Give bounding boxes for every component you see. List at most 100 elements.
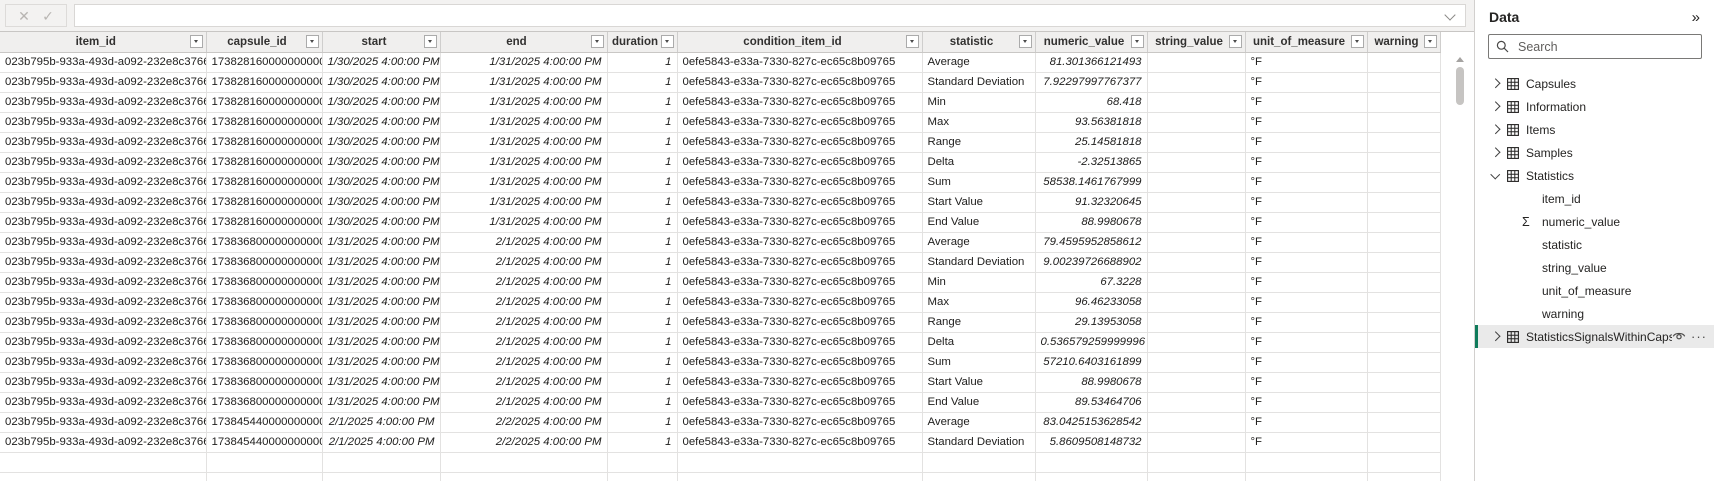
- tree-item-statistics[interactable]: Statistics: [1475, 164, 1714, 187]
- table-cell[interactable]: [1367, 352, 1440, 372]
- table-cell[interactable]: 1738281600000000000: [206, 52, 322, 72]
- table-cell[interactable]: °F: [1245, 332, 1367, 352]
- search-box[interactable]: [1488, 34, 1702, 59]
- table-cell[interactable]: 1/31/2025 4:00:00 PM: [440, 92, 607, 112]
- table-cell[interactable]: [1147, 432, 1245, 452]
- table-cell[interactable]: 1: [607, 372, 677, 392]
- table-cell[interactable]: 1738368000000000000: [206, 392, 322, 412]
- table-cell[interactable]: [1367, 192, 1440, 212]
- table-cell[interactable]: 0efe5843-e33a-7330-827c-ec65c8b09765: [677, 272, 922, 292]
- table-cell[interactable]: Average: [922, 232, 1035, 252]
- table-cell[interactable]: 023b795b-933a-493d-a092-232e8c3766d2: [0, 412, 206, 432]
- table-cell[interactable]: 1738281600000000000: [206, 112, 322, 132]
- table-cell[interactable]: 1/30/2025 4:00:00 PM: [322, 92, 440, 112]
- table-cell[interactable]: 96.46233058: [1035, 292, 1147, 312]
- table-cell[interactable]: Delta: [922, 332, 1035, 352]
- column-header-duration[interactable]: duration: [607, 32, 677, 52]
- table-cell[interactable]: °F: [1245, 172, 1367, 192]
- column-header-condition_item_id[interactable]: condition_item_id: [677, 32, 922, 52]
- table-cell[interactable]: 0efe5843-e33a-7330-827c-ec65c8b09765: [677, 132, 922, 152]
- table-cell[interactable]: 5.8609508148732: [1035, 432, 1147, 452]
- table-cell[interactable]: 0efe5843-e33a-7330-827c-ec65c8b09765: [677, 172, 922, 192]
- table-cell[interactable]: 0efe5843-e33a-7330-827c-ec65c8b09765: [677, 112, 922, 132]
- table-cell[interactable]: 57210.6403161899: [1035, 352, 1147, 372]
- table-cell[interactable]: [1367, 132, 1440, 152]
- field-item-numeric-value[interactable]: Σnumeric_value: [1475, 210, 1714, 233]
- table-cell[interactable]: [607, 472, 677, 481]
- table-cell[interactable]: 0efe5843-e33a-7330-827c-ec65c8b09765: [677, 432, 922, 452]
- table-cell[interactable]: 023b795b-933a-493d-a092-232e8c3766d2: [0, 232, 206, 252]
- table-cell[interactable]: 1738368000000000000: [206, 232, 322, 252]
- table-cell[interactable]: Max: [922, 112, 1035, 132]
- table-cell[interactable]: [1367, 52, 1440, 72]
- table-cell[interactable]: [322, 452, 440, 472]
- filter-dropdown-button[interactable]: [424, 35, 437, 48]
- table-cell[interactable]: 1/31/2025 4:00:00 PM: [322, 252, 440, 272]
- table-cell[interactable]: 2/1/2025 4:00:00 PM: [440, 232, 607, 252]
- table-cell[interactable]: [677, 472, 922, 481]
- table-cell[interactable]: °F: [1245, 252, 1367, 272]
- field-item-warning[interactable]: warning: [1475, 302, 1714, 325]
- table-cell[interactable]: 023b795b-933a-493d-a092-232e8c3766d2: [0, 312, 206, 332]
- table-cell[interactable]: 0efe5843-e33a-7330-827c-ec65c8b09765: [677, 192, 922, 212]
- table-cell[interactable]: [0, 452, 206, 472]
- filter-dropdown-button[interactable]: [190, 35, 203, 48]
- table-cell[interactable]: [1367, 452, 1440, 472]
- table-cell[interactable]: 0efe5843-e33a-7330-827c-ec65c8b09765: [677, 212, 922, 232]
- table-cell[interactable]: 023b795b-933a-493d-a092-232e8c3766d2: [0, 432, 206, 452]
- table-cell[interactable]: °F: [1245, 152, 1367, 172]
- table-cell[interactable]: [1367, 272, 1440, 292]
- table-cell[interactable]: 1/30/2025 4:00:00 PM: [322, 212, 440, 232]
- table-cell[interactable]: End Value: [922, 392, 1035, 412]
- table-cell[interactable]: 2/1/2025 4:00:00 PM: [440, 292, 607, 312]
- table-cell[interactable]: [1147, 72, 1245, 92]
- table-cell[interactable]: 0efe5843-e33a-7330-827c-ec65c8b09765: [677, 352, 922, 372]
- table-cell[interactable]: 2/1/2025 4:00:00 PM: [440, 312, 607, 332]
- table-cell[interactable]: [1147, 152, 1245, 172]
- table-cell[interactable]: [1367, 392, 1440, 412]
- table-cell[interactable]: 83.0425153628542: [1035, 412, 1147, 432]
- scrollbar-thumb[interactable]: [1456, 67, 1464, 105]
- table-cell[interactable]: [1147, 52, 1245, 72]
- chevron-down-icon[interactable]: [1444, 9, 1455, 20]
- table-cell[interactable]: 1738281600000000000: [206, 172, 322, 192]
- table-cell[interactable]: °F: [1245, 372, 1367, 392]
- table-cell[interactable]: [1147, 292, 1245, 312]
- table-cell[interactable]: [1147, 472, 1245, 481]
- table-cell[interactable]: 1738281600000000000: [206, 152, 322, 172]
- table-cell[interactable]: 023b795b-933a-493d-a092-232e8c3766d2: [0, 112, 206, 132]
- table-cell[interactable]: [1367, 232, 1440, 252]
- table-cell[interactable]: 1: [607, 332, 677, 352]
- table-cell[interactable]: End Value: [922, 212, 1035, 232]
- table-cell[interactable]: [1367, 472, 1440, 481]
- table-cell[interactable]: 1/31/2025 4:00:00 PM: [322, 332, 440, 352]
- filter-dropdown-button[interactable]: [1019, 35, 1032, 48]
- table-cell[interactable]: 2/1/2025 4:00:00 PM: [440, 372, 607, 392]
- table-cell[interactable]: 1/31/2025 4:00:00 PM: [440, 192, 607, 212]
- table-cell[interactable]: 79.4595952858612: [1035, 232, 1147, 252]
- table-cell[interactable]: [1245, 452, 1367, 472]
- chevron-down-icon[interactable]: [1491, 170, 1500, 179]
- table-cell[interactable]: °F: [1245, 192, 1367, 212]
- table-cell[interactable]: °F: [1245, 132, 1367, 152]
- table-cell[interactable]: [440, 472, 607, 481]
- table-cell[interactable]: °F: [1245, 352, 1367, 372]
- table-cell[interactable]: 1/31/2025 4:00:00 PM: [322, 392, 440, 412]
- table-cell[interactable]: Delta: [922, 152, 1035, 172]
- table-cell[interactable]: °F: [1245, 72, 1367, 92]
- table-cell[interactable]: [1367, 332, 1440, 352]
- table-cell[interactable]: [1147, 272, 1245, 292]
- formula-bar-input[interactable]: [79, 6, 1441, 25]
- table-cell[interactable]: 1/31/2025 4:00:00 PM: [440, 212, 607, 232]
- column-header-capsule_id[interactable]: capsule_id: [206, 32, 322, 52]
- table-cell[interactable]: 1/31/2025 4:00:00 PM: [322, 372, 440, 392]
- scroll-up-arrow-icon[interactable]: [1456, 57, 1464, 62]
- table-cell[interactable]: °F: [1245, 412, 1367, 432]
- collapse-pane-icon[interactable]: »: [1692, 10, 1700, 25]
- chevron-right-icon[interactable]: [1491, 148, 1500, 157]
- table-cell[interactable]: [1147, 192, 1245, 212]
- table-cell[interactable]: 7.92297997767377: [1035, 72, 1147, 92]
- table-cell[interactable]: 0efe5843-e33a-7330-827c-ec65c8b09765: [677, 392, 922, 412]
- table-cell[interactable]: [1367, 312, 1440, 332]
- table-cell[interactable]: 1: [607, 312, 677, 332]
